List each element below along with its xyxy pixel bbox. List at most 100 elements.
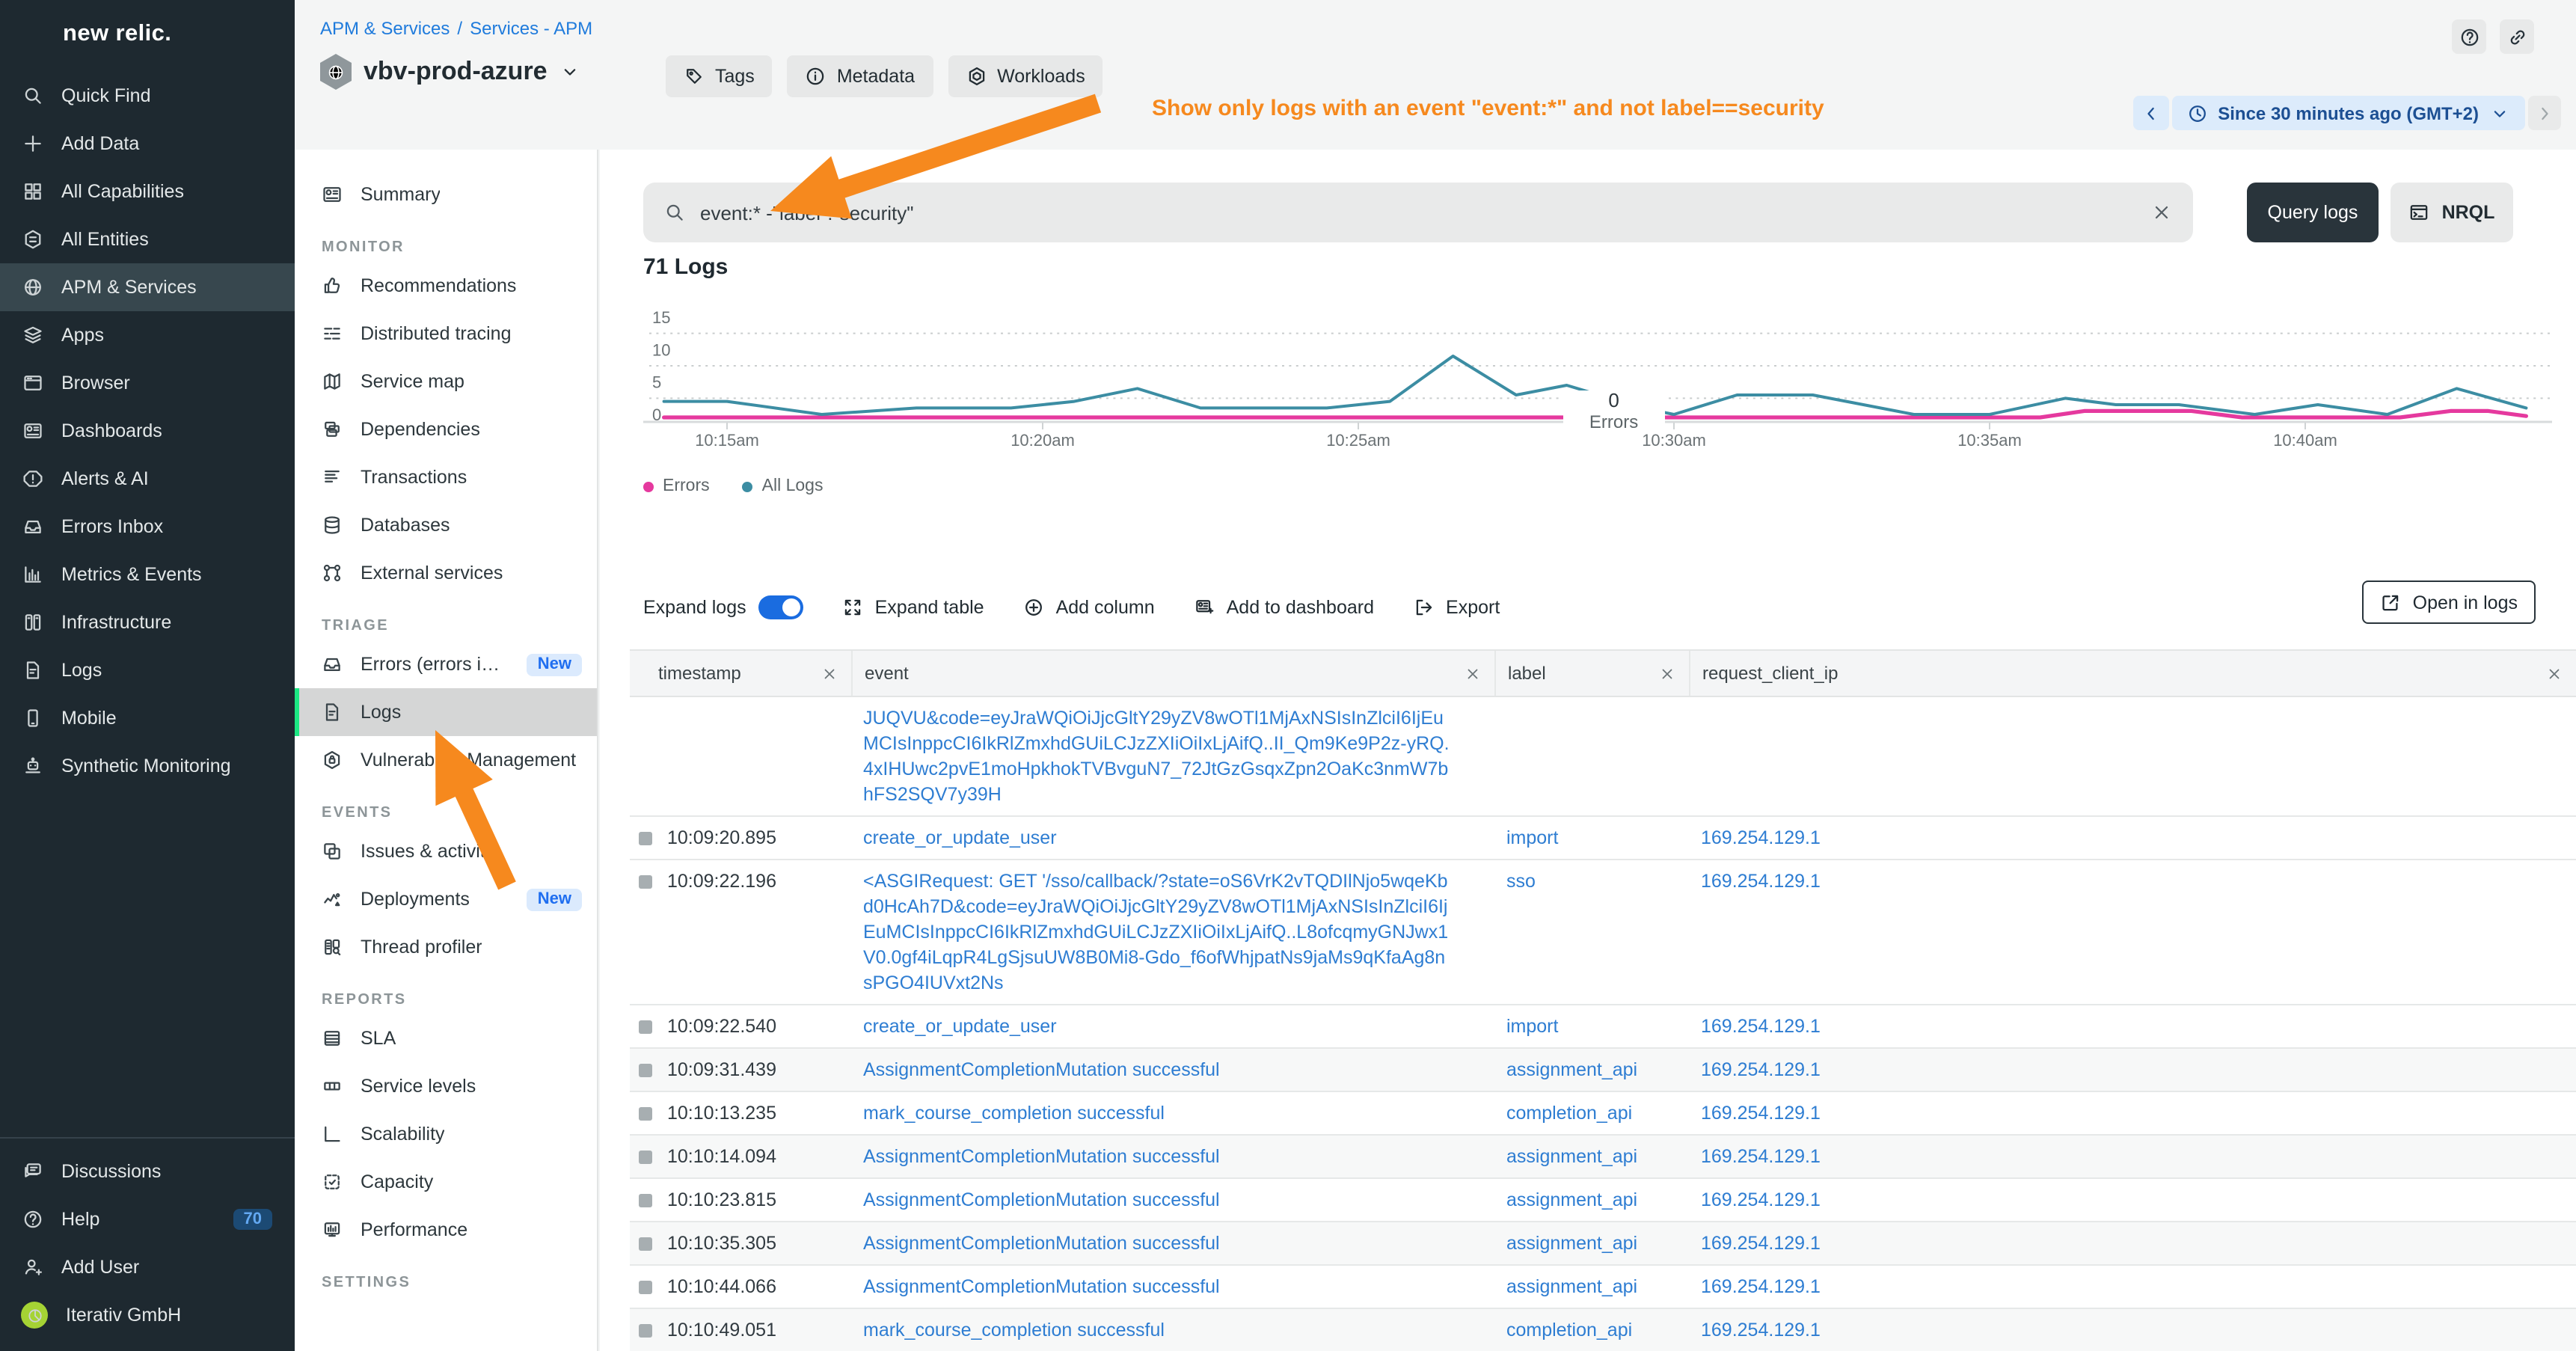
breadcrumb-apm-services[interactable]: APM & Services [320, 18, 450, 39]
global-nav-item-errors-inbox[interactable]: Errors Inbox [0, 503, 295, 551]
row-handle[interactable] [639, 1237, 652, 1251]
entity-nav-item-summary[interactable]: Summary [295, 171, 597, 218]
column-header-event[interactable]: event [851, 651, 1494, 696]
row-handle[interactable] [639, 1064, 652, 1077]
global-nav-item-more[interactable] [0, 790, 295, 838]
entity-nav-item-scalability[interactable]: Scalability [295, 1110, 597, 1158]
global-nav-item-add-user[interactable]: Add User [0, 1243, 295, 1291]
entity-nav-item-issues-activity[interactable]: Issues & activity [295, 827, 597, 875]
request-client-ip-link[interactable]: 169.254.129.1 [1701, 1103, 1821, 1124]
request-client-ip-link[interactable]: 169.254.129.1 [1701, 1016, 1821, 1037]
label-link[interactable]: completion_api [1506, 1320, 1632, 1341]
remove-column-request-client-ip-icon[interactable] [2546, 665, 2563, 681]
global-nav-item-all-entities[interactable]: All Entities [0, 215, 295, 263]
help-button[interactable] [2452, 19, 2486, 54]
label-link[interactable]: import [1506, 827, 1558, 848]
request-client-ip-link[interactable]: 169.254.129.1 [1701, 1059, 1821, 1080]
entity-nav-item-distributed-tracing[interactable]: Distributed tracing [295, 310, 597, 358]
row-handle[interactable] [639, 1324, 652, 1338]
new-relic-logo[interactable]: new relic. [0, 0, 295, 72]
global-nav-item-all-capabilities[interactable]: All Capabilities [0, 168, 295, 215]
global-nav-item-browser[interactable]: Browser [0, 359, 295, 407]
remove-column-event-icon[interactable] [1465, 665, 1481, 681]
row-handle[interactable] [639, 832, 652, 845]
event-link[interactable]: <ASGIRequest: GET '/sso/callback/?state=… [863, 871, 1448, 993]
entity-nav-item-service-map[interactable]: Service map [295, 358, 597, 405]
event-link[interactable]: AssignmentCompletionMutation successful [863, 1276, 1220, 1297]
row-handle[interactable] [639, 1194, 652, 1207]
entity-nav-item-deployments[interactable]: DeploymentsNew [295, 875, 597, 923]
event-link[interactable]: AssignmentCompletionMutation successful [863, 1233, 1220, 1254]
request-client-ip-link[interactable]: 169.254.129.1 [1701, 1189, 1821, 1210]
expand-logs-toggle[interactable] [758, 595, 803, 619]
request-client-ip-link[interactable]: 169.254.129.1 [1701, 827, 1821, 848]
entity-nav-item-logs[interactable]: Logs [295, 688, 597, 736]
event-link[interactable]: create_or_update_user [863, 1016, 1057, 1037]
label-link[interactable]: assignment_api [1506, 1189, 1637, 1210]
global-nav-item-discussions[interactable]: Discussions [0, 1148, 295, 1195]
event-link[interactable]: AssignmentCompletionMutation successful [863, 1189, 1220, 1210]
log-row[interactable]: 10:09:20.895create_or_update_userimport1… [630, 817, 2576, 860]
global-nav-item-apps[interactable]: Apps [0, 311, 295, 359]
global-nav-item-mobile[interactable]: Mobile [0, 694, 295, 742]
time-forward-button[interactable] [2528, 96, 2561, 130]
log-row[interactable]: 10:10:14.094AssignmentCompletionMutation… [630, 1136, 2576, 1179]
entity-nav-item-vulnerability-management[interactable]: Vulnerability Management [295, 736, 597, 784]
request-client-ip-link[interactable]: 169.254.129.1 [1701, 871, 1821, 892]
event-link[interactable]: JUQVU&code=eyJraWQiOiJjcGltY29yZV8wOTl1M… [863, 708, 1450, 805]
global-nav-item-dashboards[interactable]: Dashboards [0, 407, 295, 455]
event-link[interactable]: AssignmentCompletionMutation successful [863, 1146, 1220, 1167]
global-nav-item-add-data[interactable]: Add Data [0, 120, 295, 168]
global-nav-item-metrics-events[interactable]: Metrics & Events [0, 551, 295, 598]
global-nav-item-quick-find[interactable]: Quick Find [0, 72, 295, 120]
label-link[interactable]: assignment_api [1506, 1233, 1637, 1254]
event-link[interactable]: AssignmentCompletionMutation successful [863, 1059, 1220, 1080]
log-row[interactable]: 10:10:49.051mark_course_completion succe… [630, 1309, 2576, 1351]
remove-column-label-icon[interactable] [1659, 665, 1675, 681]
log-search-input[interactable]: event:* -"label":"security" [643, 183, 2193, 242]
global-nav-item-apm-services[interactable]: APM & Services [0, 263, 295, 311]
log-row[interactable]: 10:09:22.196<ASGIRequest: GET '/sso/call… [630, 860, 2576, 1005]
column-header-label[interactable]: label [1494, 651, 1689, 696]
column-header-timestamp[interactable]: timestamp [630, 651, 851, 696]
entity-nav-item-databases[interactable]: Databases [295, 501, 597, 549]
label-link[interactable]: completion_api [1506, 1103, 1632, 1124]
favorite-star-icon[interactable] [601, 61, 622, 82]
log-row[interactable]: 10:09:22.540create_or_update_userimport1… [630, 1005, 2576, 1049]
entity-nav-item-dependencies[interactable]: Dependencies [295, 405, 597, 453]
row-handle[interactable] [639, 1281, 652, 1294]
entity-nav-item-errors-errors-inb[interactable]: Errors (errors inb...New [295, 640, 597, 688]
entity-nav-item-sla[interactable]: SLA [295, 1014, 597, 1062]
log-row[interactable]: 10:10:44.066AssignmentCompletionMutation… [630, 1266, 2576, 1309]
request-client-ip-link[interactable]: 169.254.129.1 [1701, 1146, 1821, 1167]
event-link[interactable]: create_or_update_user [863, 827, 1057, 848]
log-row[interactable]: 10:10:23.815AssignmentCompletionMutation… [630, 1179, 2576, 1222]
event-link[interactable]: mark_course_completion successful [863, 1103, 1165, 1124]
entity-nav-item-external-services[interactable]: External services [295, 549, 597, 597]
log-row[interactable]: 10:10:35.305AssignmentCompletionMutation… [630, 1222, 2576, 1266]
label-link[interactable]: import [1506, 1016, 1558, 1037]
remove-column-timestamp-icon[interactable] [821, 665, 838, 681]
breadcrumb-services-apm[interactable]: Services - APM [470, 18, 592, 39]
time-back-button[interactable] [2132, 96, 2168, 130]
global-nav-item-synthetic-monitoring[interactable]: Synthetic Monitoring [0, 742, 295, 790]
log-row[interactable]: JUQVU&code=eyJraWQiOiJjcGltY29yZV8wOTl1M… [630, 697, 2576, 817]
request-client-ip-link[interactable]: 169.254.129.1 [1701, 1233, 1821, 1254]
global-nav-item-infrastructure[interactable]: Infrastructure [0, 598, 295, 646]
workloads-button[interactable]: Workloads [948, 55, 1103, 97]
panel-menu-icon[interactable] [2512, 272, 2533, 293]
legend-item-all-logs[interactable]: All Logs [743, 477, 824, 495]
add-column-button[interactable]: Add column [1023, 597, 1155, 618]
global-nav-item-help[interactable]: Help70 [0, 1195, 295, 1243]
expand-logs-control[interactable]: Expand logs [643, 595, 803, 619]
entity-nav-item-service-levels[interactable]: Service levels [295, 1062, 597, 1110]
entity-nav-item-recommendations[interactable]: Recommendations [295, 262, 597, 310]
clear-search-icon[interactable] [2151, 202, 2172, 223]
open-in-logs-button[interactable]: Open in logs [2362, 580, 2536, 624]
label-link[interactable]: assignment_api [1506, 1146, 1637, 1167]
entity-nav-item-capacity[interactable]: Capacity [295, 1158, 597, 1206]
column-header-request-client-ip[interactable]: request_client_ip [1689, 651, 2576, 696]
request-client-ip-link[interactable]: 169.254.129.1 [1701, 1276, 1821, 1297]
query-logs-button[interactable]: Query logs [2247, 183, 2379, 242]
label-link[interactable]: sso [1506, 871, 1536, 892]
